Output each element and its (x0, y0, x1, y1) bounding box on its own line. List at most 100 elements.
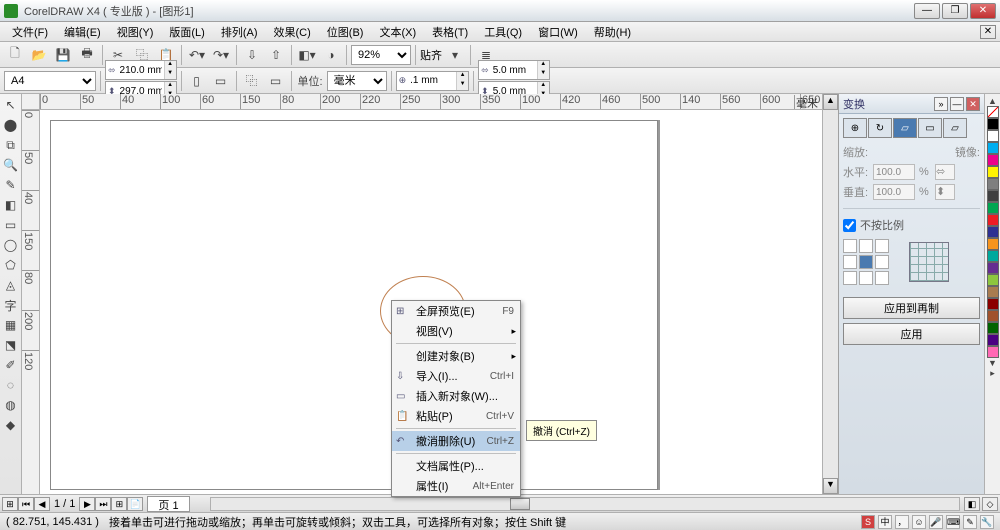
vertical-scrollbar[interactable]: ▲ ▼ (822, 94, 838, 494)
ctx-item[interactable]: 📋粘贴(P)Ctrl+V (392, 406, 520, 426)
restore-button[interactable]: ❐ (942, 3, 968, 19)
color-swatch[interactable] (987, 202, 999, 214)
close-button[interactable]: ✕ (970, 3, 996, 19)
ime-zh-icon[interactable]: 中 (878, 515, 892, 529)
menu-window[interactable]: 窗口(W) (530, 22, 586, 42)
scale-h-input[interactable] (873, 164, 915, 180)
color-swatch[interactable] (987, 226, 999, 238)
basicshapes-tool-icon[interactable]: ◬ (2, 276, 20, 294)
fill-tool-icon[interactable]: ◍ (2, 396, 20, 414)
ctx-item[interactable]: ⊞全屏预览(E)F9 (392, 301, 520, 321)
page-tab[interactable]: 页 1 (147, 496, 189, 512)
ime-punct-icon[interactable]: ， (895, 515, 909, 529)
scale-v-input[interactable] (873, 184, 915, 200)
docker-min-icon[interactable]: — (950, 97, 964, 111)
crop-tool-icon[interactable]: ⧉ (2, 136, 20, 154)
menu-bitmaps[interactable]: 位图(B) (319, 22, 372, 42)
ime-abc-icon[interactable]: ✎ (963, 515, 977, 529)
color-swatch[interactable] (987, 250, 999, 262)
color-swatch[interactable] (987, 154, 999, 166)
paper-size-combo[interactable]: A4 (4, 71, 96, 91)
text-tool-icon[interactable]: 字 (2, 296, 20, 314)
new-icon[interactable]: 🗋 (4, 44, 26, 66)
menu-edit[interactable]: 编辑(E) (56, 22, 109, 42)
ime-smile-icon[interactable]: ☺ (912, 515, 926, 529)
color-swatch[interactable] (987, 274, 999, 286)
menu-tools[interactable]: 工具(Q) (476, 22, 530, 42)
unit-combo[interactable]: 毫米 (327, 71, 387, 91)
page-add-after-icon[interactable]: ⊞ (111, 497, 127, 511)
anchor-grid[interactable] (843, 239, 889, 285)
docker-rollup-icon[interactable]: » (934, 97, 948, 111)
app-launcher-icon[interactable]: ◧▾ (296, 44, 318, 66)
all-pages-icon[interactable]: ⿻ (241, 70, 263, 92)
color-swatch[interactable] (987, 118, 999, 130)
freehand-tool-icon[interactable]: ✎ (2, 176, 20, 194)
table-tool-icon[interactable]: ▦ (2, 316, 20, 334)
ctx-item[interactable]: 创建对象(B)▸ (392, 346, 520, 366)
polygon-tool-icon[interactable]: ⬠ (2, 256, 20, 274)
ctx-item[interactable]: ↶撤消删除(U)Ctrl+Z (392, 431, 520, 451)
page-first-icon[interactable]: ⏮ (18, 497, 34, 511)
color-swatch[interactable] (987, 322, 999, 334)
export-icon[interactable]: ⇧ (265, 44, 287, 66)
ruler-horizontal[interactable]: 0504010060150802002202503003501004204605… (40, 94, 822, 110)
import-icon[interactable]: ⇩ (241, 44, 263, 66)
welcome-icon[interactable]: ◑ (320, 44, 342, 66)
eyedropper-tool-icon[interactable]: ✐ (2, 356, 20, 374)
page-prev-icon[interactable]: ◀ (34, 497, 50, 511)
color-swatch[interactable] (987, 190, 999, 202)
save-icon[interactable]: 💾 (52, 44, 74, 66)
current-page-icon[interactable]: ▭ (265, 70, 287, 92)
color-swatch[interactable] (987, 262, 999, 274)
tab-scale-icon[interactable]: ▱ (893, 118, 917, 138)
color-swatch[interactable] (987, 142, 999, 154)
color-swatch[interactable] (987, 310, 999, 322)
ruler-vertical[interactable]: 0504015080200120 (22, 110, 40, 494)
shape-tool-icon[interactable]: ⬤ (2, 116, 20, 134)
ctx-item[interactable]: ▭插入新对象(W)... (392, 386, 520, 406)
fill-indicator-icon[interactable]: ◧ (964, 497, 980, 511)
interactivefill-tool-icon[interactable]: ◆ (2, 416, 20, 434)
ctx-item[interactable]: ⇩导入(I)...Ctrl+I (392, 366, 520, 386)
ctx-item[interactable]: 文档属性(P)... (392, 456, 520, 476)
ime-tool-icon[interactable]: 🔧 (980, 515, 994, 529)
tab-position-icon[interactable]: ⊕ (843, 118, 867, 138)
pick-tool-icon[interactable]: ↖ (2, 96, 20, 114)
keep-ratio-check[interactable]: 不按比例 (843, 217, 980, 233)
menu-file[interactable]: 文件(F) (4, 22, 56, 42)
zoom-tool-icon[interactable]: 🔍 (2, 156, 20, 174)
docker-close-icon[interactable]: ✕ (966, 97, 980, 111)
tab-rotate-icon[interactable]: ↻ (868, 118, 892, 138)
portrait-icon[interactable]: ▯ (186, 70, 208, 92)
color-swatch[interactable] (987, 166, 999, 178)
color-swatch[interactable] (987, 298, 999, 310)
color-swatch[interactable] (987, 346, 999, 358)
scroll-up-icon[interactable]: ▲ (823, 94, 838, 110)
snap-dropdown[interactable]: ▾ (444, 44, 466, 66)
scroll-down-icon[interactable]: ▼ (823, 478, 838, 494)
palette-down-icon[interactable]: ▼ (988, 358, 997, 368)
page-last-icon[interactable]: ⏭ (95, 497, 111, 511)
outline-indicator-icon[interactable]: ◇ (982, 497, 998, 511)
tab-size-icon[interactable]: ▭ (918, 118, 942, 138)
color-swatch[interactable] (987, 334, 999, 346)
color-swatch[interactable] (987, 214, 999, 226)
docker-title-bar[interactable]: 变换 » — ✕ (839, 94, 984, 114)
nudge-spin[interactable]: ⊕▲▼ (396, 71, 470, 91)
ruler-origin-icon[interactable] (22, 94, 40, 110)
interactive-tool-icon[interactable]: ⬔ (2, 336, 20, 354)
doc-close-button[interactable]: ✕ (980, 25, 996, 39)
menu-arrange[interactable]: 排列(A) (213, 22, 266, 42)
tab-skew-icon[interactable]: ▱ (943, 118, 967, 138)
apply-button[interactable]: 应用 (843, 323, 980, 345)
rectangle-tool-icon[interactable]: ▭ (2, 216, 20, 234)
page-next-icon[interactable]: ▶ (79, 497, 95, 511)
color-swatch[interactable] (987, 130, 999, 142)
mirror-v-icon[interactable]: ⬍ (935, 184, 955, 200)
menu-text[interactable]: 文本(X) (371, 22, 424, 42)
menu-layout[interactable]: 版面(L) (161, 22, 212, 42)
ellipse-tool-icon[interactable]: ◯ (2, 236, 20, 254)
palette-up-icon[interactable]: ▲ (988, 96, 997, 106)
palette-flyout-icon[interactable]: ▸ (990, 368, 995, 379)
